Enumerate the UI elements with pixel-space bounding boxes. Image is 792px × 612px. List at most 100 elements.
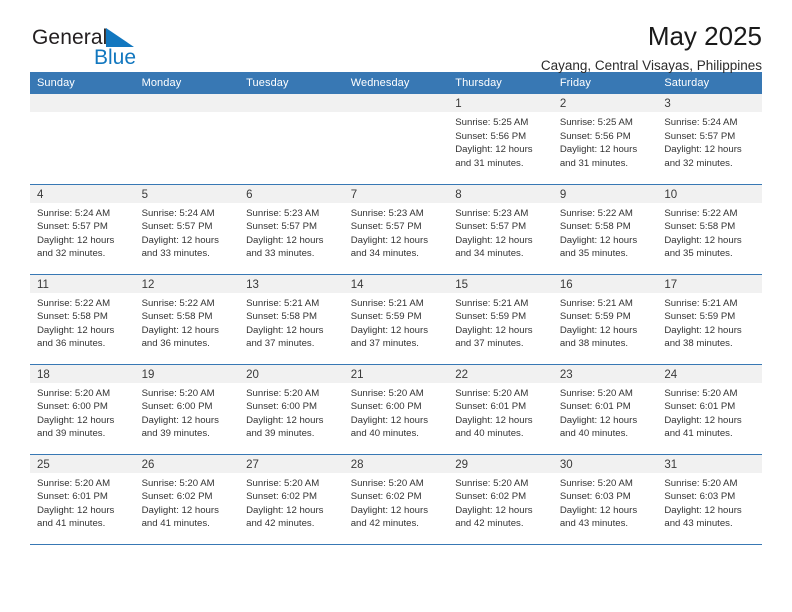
daylight-duration-line1: Daylight: 12 hours bbox=[455, 324, 533, 336]
calendar-day-cell[interactable]: 21 Sunrise: 5:20 AM Sunset: 6:00 PM Dayligh… bbox=[343, 364, 449, 455]
calendar-day-cell[interactable]: 15 Sunrise: 5:21 AM Sunset: 5:59 PM Dayligh… bbox=[448, 274, 553, 365]
day-number: 24 bbox=[657, 364, 762, 383]
day-cell-inner: 2 Sunrise: 5:25 AM Sunset: 5:56 PM Daylight… bbox=[552, 94, 658, 184]
day-cell-inner: 20 Sunrise: 5:20 AM Sunset: 6:00 PM Dayligh… bbox=[239, 364, 344, 454]
calendar-day-cell[interactable]: 1 Sunrise: 5:25 AM Sunset: 5:56 PM Daylight… bbox=[448, 94, 553, 185]
sunrise-time: Sunrise: 5:20 AM bbox=[559, 477, 633, 489]
daylight-duration-line2: and 32 minutes. bbox=[37, 248, 106, 260]
calendar-day-cell[interactable]: 13 Sunrise: 5:21 AM Sunset: 5:58 PM Dayligh… bbox=[239, 274, 344, 365]
daylight-duration-line2: and 37 minutes. bbox=[246, 338, 315, 350]
calendar-day-cell[interactable]: 5 Sunrise: 5:24 AM Sunset: 5:57 PM Daylight… bbox=[134, 184, 240, 275]
daylight-duration-line1: Daylight: 12 hours bbox=[559, 414, 638, 426]
calendar-day-cell[interactable]: 28 Sunrise: 5:20 AM Sunset: 6:02 PM Dayligh… bbox=[343, 454, 449, 545]
day-number: 8 bbox=[448, 184, 553, 203]
daylight-duration-line2: and 42 minutes. bbox=[246, 518, 315, 530]
calendar-day-cell[interactable]: 6 Sunrise: 5:23 AM Sunset: 5:57 PM Daylight… bbox=[239, 184, 344, 275]
day-cell-inner: 16 Sunrise: 5:21 AM Sunset: 5:59 PM Dayligh… bbox=[552, 274, 658, 364]
daylight-duration-line1: Daylight: 12 hours bbox=[455, 234, 533, 246]
daylight-duration-line2: and 33 minutes. bbox=[141, 248, 210, 260]
day-details: Sunrise: 5:20 AM Sunset: 6:00 PM Daylight:… bbox=[135, 383, 240, 441]
day-details: Sunrise: 5:22 AM Sunset: 5:58 PM Daylight:… bbox=[30, 293, 135, 351]
calendar-day-cell[interactable]: 8 Sunrise: 5:23 AM Sunset: 5:57 PM Daylight… bbox=[448, 184, 553, 275]
calendar-week-row: 1 Sunrise: 5:25 AM Sunset: 5:56 PM Daylight… bbox=[30, 94, 762, 185]
day-number: 5 bbox=[134, 184, 240, 203]
day-cell-inner: 21 Sunrise: 5:20 AM Sunset: 6:00 PM Dayligh… bbox=[343, 364, 449, 454]
calendar-day-cell[interactable]: 14 Sunrise: 5:21 AM Sunset: 5:59 PM Dayligh… bbox=[343, 274, 449, 365]
calendar-day-cell[interactable]: 18 Sunrise: 5:20 AM Sunset: 6:00 PM Dayligh… bbox=[30, 364, 135, 455]
daylight-duration-line2: and 35 minutes. bbox=[664, 248, 733, 260]
sunrise-time: Sunrise: 5:20 AM bbox=[455, 477, 529, 489]
day-cell-inner bbox=[239, 94, 344, 184]
calendar-day-cell[interactable]: 22 Sunrise: 5:20 AM Sunset: 6:01 PM Dayligh… bbox=[448, 364, 553, 455]
sunset-time: Sunset: 6:01 PM bbox=[455, 401, 527, 413]
calendar-day-cell[interactable]: 26 Sunrise: 5:20 AM Sunset: 6:02 PM Dayligh… bbox=[134, 454, 240, 545]
daylight-duration-line2: and 43 minutes. bbox=[559, 518, 629, 530]
calendar-day-cell[interactable]: 10 Sunrise: 5:22 AM Sunset: 5:58 PM Dayligh… bbox=[657, 184, 762, 275]
weekday-header-sunday: Sunday bbox=[30, 72, 135, 94]
calendar-day-cell[interactable]: 25 Sunrise: 5:20 AM Sunset: 6:01 PM Dayligh… bbox=[30, 454, 135, 545]
sunrise-time: Sunrise: 5:21 AM bbox=[559, 297, 633, 309]
calendar-day-cell[interactable]: 4 Sunrise: 5:24 AM Sunset: 5:57 PM Daylight… bbox=[30, 184, 135, 275]
calendar-day-cell[interactable]: 30 Sunrise: 5:20 AM Sunset: 6:03 PM Dayligh… bbox=[552, 454, 658, 545]
calendar-body: 1 Sunrise: 5:25 AM Sunset: 5:56 PM Daylight… bbox=[30, 94, 762, 545]
daylight-duration-line1: Daylight: 12 hours bbox=[664, 234, 742, 246]
day-number: 16 bbox=[552, 274, 658, 293]
daylight-duration-line1: Daylight: 12 hours bbox=[350, 324, 429, 336]
daylight-duration-line1: Daylight: 12 hours bbox=[141, 324, 219, 336]
sunset-time: Sunset: 5:59 PM bbox=[664, 311, 736, 323]
day-cell-inner: 18 Sunrise: 5:20 AM Sunset: 6:00 PM Dayligh… bbox=[30, 364, 135, 454]
calendar-day-cell[interactable]: 12 Sunrise: 5:22 AM Sunset: 5:58 PM Dayligh… bbox=[134, 274, 240, 365]
day-details: Sunrise: 5:20 AM Sunset: 6:01 PM Daylight:… bbox=[30, 473, 135, 531]
day-number: 28 bbox=[343, 454, 449, 473]
sunset-time: Sunset: 5:57 PM bbox=[37, 221, 108, 233]
daylight-duration-line1: Daylight: 12 hours bbox=[246, 234, 324, 246]
calendar-day-cell[interactable]: 27 Sunrise: 5:20 AM Sunset: 6:02 PM Dayligh… bbox=[239, 454, 344, 545]
sunrise-time: Sunrise: 5:24 AM bbox=[141, 207, 215, 219]
calendar-day-cell[interactable]: 7 Sunrise: 5:23 AM Sunset: 5:57 PM Daylight… bbox=[343, 184, 449, 275]
calendar-day-cell[interactable]: 11 Sunrise: 5:22 AM Sunset: 5:58 PM Dayligh… bbox=[30, 274, 135, 365]
sunrise-time: Sunrise: 5:20 AM bbox=[350, 387, 424, 399]
calendar-day-cell[interactable]: 3 Sunrise: 5:24 AM Sunset: 5:57 PM Daylight… bbox=[657, 94, 762, 185]
sunrise-time: Sunrise: 5:20 AM bbox=[455, 387, 529, 399]
daylight-duration-line2: and 41 minutes. bbox=[37, 518, 106, 530]
calendar-day-cell[interactable]: 24 Sunrise: 5:20 AM Sunset: 6:01 PM Dayligh… bbox=[657, 364, 762, 455]
calendar-day-cell[interactable]: 17 Sunrise: 5:21 AM Sunset: 5:59 PM Dayligh… bbox=[657, 274, 762, 365]
sunrise-time: Sunrise: 5:20 AM bbox=[141, 387, 215, 399]
calendar-day-cell[interactable]: 16 Sunrise: 5:21 AM Sunset: 5:59 PM Dayligh… bbox=[552, 274, 658, 365]
day-details: Sunrise: 5:20 AM Sunset: 6:00 PM Daylight:… bbox=[30, 383, 135, 441]
day-details: Sunrise: 5:23 AM Sunset: 5:57 PM Daylight:… bbox=[239, 203, 344, 261]
sunrise-time: Sunrise: 5:22 AM bbox=[664, 207, 738, 219]
calendar-day-cell[interactable]: 23 Sunrise: 5:20 AM Sunset: 6:01 PM Dayligh… bbox=[552, 364, 658, 455]
day-details: Sunrise: 5:25 AM Sunset: 5:56 PM Daylight:… bbox=[553, 112, 658, 170]
daylight-duration-line1: Daylight: 12 hours bbox=[246, 324, 324, 336]
day-number: 21 bbox=[343, 364, 449, 383]
daylight-duration-line2: and 37 minutes. bbox=[455, 338, 524, 350]
sunrise-time: Sunrise: 5:23 AM bbox=[455, 207, 529, 219]
calendar-day-cell[interactable]: 20 Sunrise: 5:20 AM Sunset: 6:00 PM Dayligh… bbox=[239, 364, 344, 455]
sunrise-time: Sunrise: 5:24 AM bbox=[37, 207, 111, 219]
daylight-duration-line1: Daylight: 12 hours bbox=[559, 234, 638, 246]
day-details: Sunrise: 5:20 AM Sunset: 6:01 PM Daylight:… bbox=[553, 383, 658, 441]
sunset-time: Sunset: 5:57 PM bbox=[455, 221, 527, 233]
calendar-week-row: 25 Sunrise: 5:20 AM Sunset: 6:01 PM Dayligh… bbox=[30, 454, 762, 545]
calendar-day-cell[interactable]: 2 Sunrise: 5:25 AM Sunset: 5:56 PM Daylight… bbox=[552, 94, 658, 185]
calendar-day-cell[interactable]: 19 Sunrise: 5:20 AM Sunset: 6:00 PM Dayligh… bbox=[134, 364, 240, 455]
daylight-duration-line1: Daylight: 12 hours bbox=[37, 414, 115, 426]
sunset-time: Sunset: 6:01 PM bbox=[664, 401, 736, 413]
day-cell-inner: 30 Sunrise: 5:20 AM Sunset: 6:03 PM Dayligh… bbox=[552, 454, 658, 544]
day-cell-inner: 13 Sunrise: 5:21 AM Sunset: 5:58 PM Dayligh… bbox=[239, 274, 344, 364]
daylight-duration-line2: and 40 minutes. bbox=[559, 428, 629, 440]
sunrise-time: Sunrise: 5:20 AM bbox=[350, 477, 424, 489]
day-cell-inner: 22 Sunrise: 5:20 AM Sunset: 6:01 PM Dayligh… bbox=[448, 364, 553, 454]
daylight-duration-line2: and 41 minutes. bbox=[664, 428, 733, 440]
calendar-day-cell[interactable]: 31 Sunrise: 5:20 AM Sunset: 6:03 PM Dayligh… bbox=[657, 454, 762, 545]
calendar-day-cell[interactable]: 29 Sunrise: 5:20 AM Sunset: 6:02 PM Dayligh… bbox=[448, 454, 553, 545]
day-number: 25 bbox=[30, 454, 135, 473]
day-number: 1 bbox=[448, 94, 553, 112]
general-blue-logo[interactable]: General Blue bbox=[30, 26, 210, 74]
sunrise-time: Sunrise: 5:23 AM bbox=[350, 207, 424, 219]
daylight-duration-line1: Daylight: 12 hours bbox=[141, 414, 219, 426]
sunrise-time: Sunrise: 5:20 AM bbox=[664, 477, 738, 489]
calendar-day-cell[interactable]: 9 Sunrise: 5:22 AM Sunset: 5:58 PM Daylight… bbox=[552, 184, 658, 275]
daylight-duration-line2: and 38 minutes. bbox=[559, 338, 629, 350]
